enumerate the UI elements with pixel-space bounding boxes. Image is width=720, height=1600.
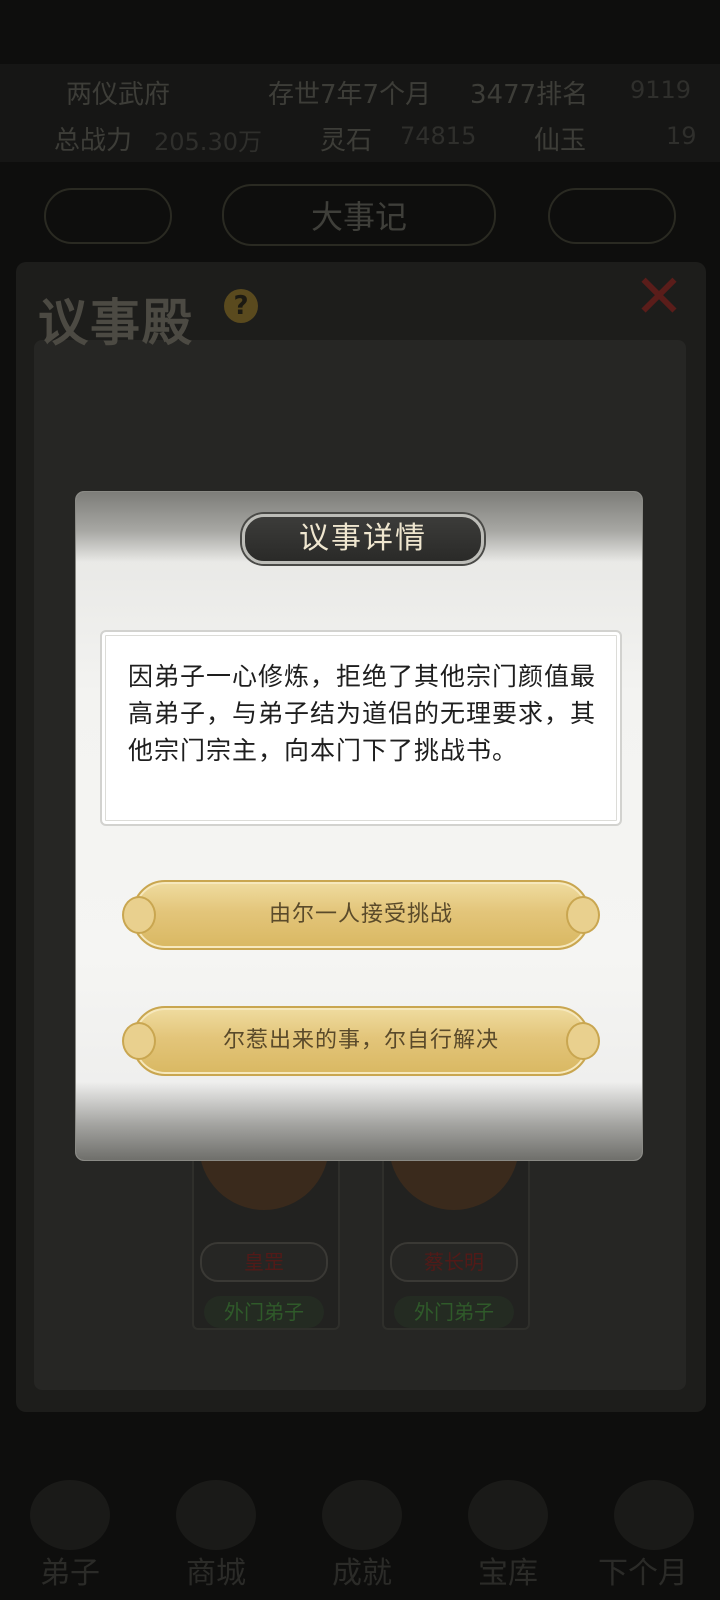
resource-value: 74815 — [400, 122, 477, 150]
currency-value: 9119 — [630, 76, 692, 104]
tab-left[interactable] — [44, 188, 172, 244]
button-cloud-ornament — [566, 896, 600, 934]
tab-events[interactable]: 大事记 — [222, 184, 496, 246]
extra-value: 19 — [666, 122, 697, 150]
tab-right[interactable] — [548, 188, 676, 244]
button-cloud-ornament — [122, 1022, 156, 1060]
nav-label-disciples[interactable]: 弟子 — [40, 1548, 100, 1592]
shop-nav-icon[interactable] — [176, 1480, 256, 1550]
self-resolve-button[interactable]: 尔惹出来的事，尔自行解决 — [122, 1006, 600, 1076]
event-description: 因弟子一心修炼，拒绝了其他宗门颜值最高弟子，与弟子结为道侣的无理要求，其他宗门宗… — [128, 662, 597, 765]
dialog-footer-cloud — [76, 1082, 642, 1160]
sect-age: 存世7年7个月 — [268, 80, 432, 110]
power-label: 总战力 — [54, 126, 133, 156]
self-resolve-label: 尔惹出来的事，尔自行解决 — [222, 1028, 499, 1053]
extra-label: 仙玉 — [534, 126, 587, 156]
question-icon[interactable]: ? — [224, 289, 258, 323]
sect-rank: 3477排名 — [470, 80, 589, 110]
accept-challenge-button[interactable]: 由尔一人接受挑战 — [122, 880, 600, 950]
accept-challenge-label: 由尔一人接受挑战 — [268, 902, 453, 927]
disciple-rank: 外门弟子 — [204, 1296, 324, 1328]
close-icon[interactable]: ✕ — [630, 267, 688, 327]
page-title: 议事殿 — [38, 293, 194, 352]
disciples-nav-icon[interactable] — [30, 1480, 110, 1550]
achievement-nav-icon[interactable] — [322, 1480, 402, 1550]
button-cloud-ornament — [566, 1022, 600, 1060]
nav-label-shop[interactable]: 商城 — [186, 1548, 246, 1592]
treasury-nav-icon[interactable] — [468, 1480, 548, 1550]
dialog-title: 议事详情 — [242, 514, 484, 564]
disciple-name: 皇罡 — [200, 1242, 328, 1282]
nav-label-achievement[interactable]: 成就 — [332, 1548, 392, 1592]
disciple-rank: 外门弟子 — [394, 1296, 514, 1328]
next-month-nav-icon[interactable] — [614, 1480, 694, 1550]
power-value: 205.30万 — [154, 128, 262, 156]
tab-events-label: 大事记 — [310, 198, 407, 236]
nav-label-next-month[interactable]: 下个月 — [598, 1548, 688, 1592]
sect-name: 两仪武府 — [66, 80, 171, 110]
button-cloud-ornament — [122, 896, 156, 934]
disciple-name: 蔡长明 — [390, 1242, 518, 1282]
resource-label: 灵石 — [320, 126, 373, 156]
nav-label-treasury[interactable]: 宝库 — [478, 1548, 538, 1592]
